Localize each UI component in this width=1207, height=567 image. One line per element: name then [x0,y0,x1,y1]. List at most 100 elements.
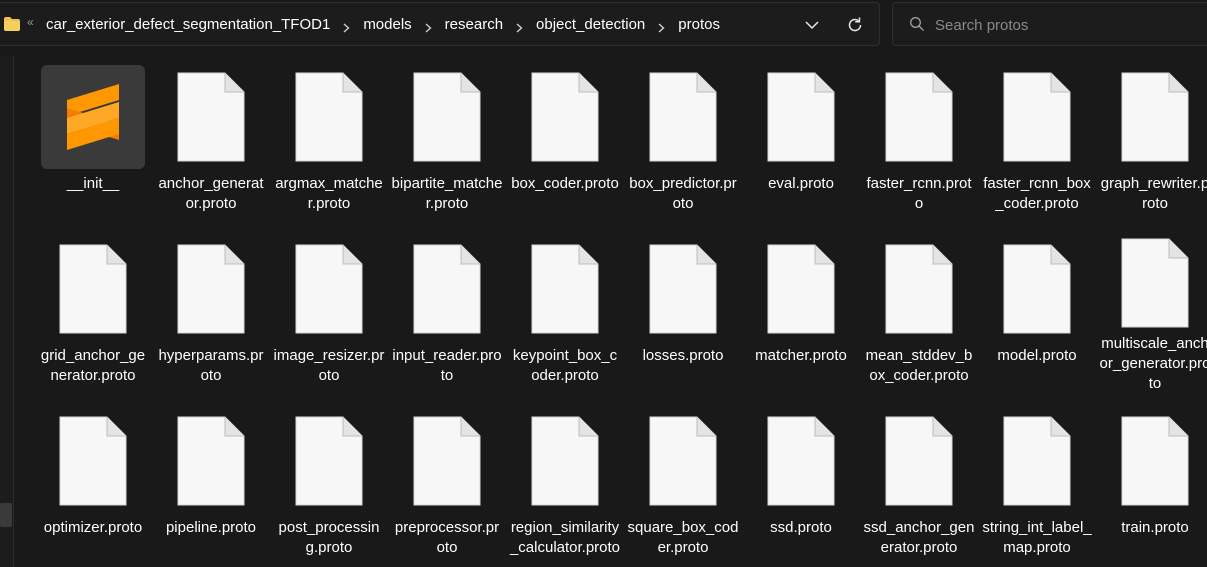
file-item[interactable]: square_box_coder.proto [624,408,742,566]
file-name-label: preprocessor.proto [394,519,500,556]
file-item[interactable]: box_predictor.proto [624,64,742,222]
file-explorer-window: « car_exterior_defect_segmentation_TFOD1… [0,0,1207,567]
file-name-label: optimizer.proto [43,519,143,536]
file-item[interactable]: keypoint_box_coder.proto [506,236,624,394]
file-name-label: argmax_matcher.proto [275,175,383,212]
file-item[interactable]: faster_rcnn_box_coder.proto [978,64,1096,222]
search-input[interactable] [935,13,1195,37]
sublime-text-icon [41,65,145,169]
blank-file-icon [41,236,145,342]
blank-file-icon [159,64,263,170]
blank-file-icon [867,236,971,342]
breadcrumb: car_exterior_defect_segmentation_TFOD1 m… [46,16,720,33]
file-item[interactable]: pipeline.proto [152,408,270,566]
blank-file-icon [631,236,735,342]
blank-file-icon [749,64,853,170]
file-item[interactable]: string_int_label_map.proto [978,408,1096,566]
file-item[interactable]: mean_stddev_box_coder.proto [860,236,978,394]
blank-file-icon [1103,408,1207,514]
file-name-label: mean_stddev_box_coder.proto [865,347,973,384]
file-name-label: model.proto [997,347,1077,364]
blank-file-icon [985,408,1089,514]
file-item[interactable]: argmax_matcher.proto [270,64,388,222]
nav-scrollbar-thumb[interactable] [0,503,12,527]
file-name-label: faster_rcnn_box_coder.proto [983,175,1091,212]
file-item[interactable]: eval.proto [742,64,860,222]
file-name-label: train.proto [1121,519,1189,536]
file-name-label: grid_anchor_generator.proto [40,347,146,384]
blank-file-icon [985,64,1089,170]
file-name-label: ssd_anchor_generator.proto [863,519,975,556]
file-item[interactable]: anchor_generator.proto [152,64,270,222]
file-thumbnail [41,64,145,170]
blank-file-icon [1103,64,1207,170]
breadcrumb-item[interactable]: research [445,16,503,33]
file-item[interactable]: multiscale_anchor_generator.proto [1096,236,1207,394]
file-name-label: multiscale_anchor_generator.proto [1099,335,1207,392]
file-name-label: post_processing.proto [278,519,380,556]
file-name-label: keypoint_box_coder.proto [512,347,618,384]
file-item[interactable]: bipartite_matcher.proto [388,64,506,222]
file-name-label: box_coder.proto [511,175,619,192]
file-name-label: pipeline.proto [165,519,257,536]
blank-file-icon [277,408,381,514]
file-item[interactable]: post_processing.proto [270,408,388,566]
file-name-label: graph_rewriter.proto [1100,175,1207,212]
blank-file-icon [513,236,617,342]
file-name-label: input_reader.proto [392,347,502,384]
file-name-label: bipartite_matcher.proto [391,175,503,212]
search-box[interactable] [892,2,1207,46]
file-name-label: eval.proto [768,175,834,192]
refresh-icon[interactable] [845,15,865,35]
blank-file-icon [395,408,499,514]
address-bar[interactable]: « car_exterior_defect_segmentation_TFOD1… [0,2,880,46]
blank-file-icon [749,408,853,514]
file-item[interactable]: preprocessor.proto [388,408,506,566]
file-name-label: losses.proto [642,347,724,364]
file-item[interactable]: optimizer.proto [34,408,152,566]
file-item[interactable]: box_coder.proto [506,64,624,222]
file-item[interactable]: graph_rewriter.proto [1096,64,1207,222]
file-name-label: __init__ [66,175,120,192]
file-item[interactable]: __init__ [34,64,152,222]
file-item[interactable]: train.proto [1096,408,1207,566]
file-name-label: hyperparams.proto [158,347,264,384]
chevron-down-icon[interactable] [803,17,821,33]
file-item[interactable]: region_similarity_calculator.proto [506,408,624,566]
file-item[interactable]: image_resizer.proto [270,236,388,394]
file-item[interactable]: ssd.proto [742,408,860,566]
file-item[interactable]: hyperparams.proto [152,236,270,394]
breadcrumb-item[interactable]: car_exterior_defect_segmentation_TFOD1 [46,16,330,33]
blank-file-icon [395,236,499,342]
file-name-label: faster_rcnn.proto [866,175,972,212]
breadcrumb-item[interactable]: models [363,16,411,33]
blank-file-icon [41,408,145,514]
blank-file-icon [985,236,1089,342]
blank-file-icon [867,64,971,170]
chevron-right-icon[interactable] [658,20,665,33]
blank-file-icon [277,236,381,342]
navigation-pane[interactable] [0,56,14,567]
blank-file-icon [159,408,263,514]
blank-file-icon [277,64,381,170]
blank-file-icon [867,408,971,514]
blank-file-icon [749,236,853,342]
breadcrumb-item[interactable]: protos [678,16,720,33]
file-item[interactable]: grid_anchor_generator.proto [34,236,152,394]
file-name-label: region_similarity_calculator.proto [509,519,621,556]
chevron-right-icon[interactable] [425,20,432,33]
file-item[interactable]: input_reader.proto [388,236,506,394]
blank-file-icon [631,408,735,514]
breadcrumb-item[interactable]: object_detection [536,16,645,33]
chevron-right-icon[interactable] [343,20,350,33]
chevron-right-icon[interactable] [516,20,523,33]
blank-file-icon [631,64,735,170]
file-name-label: matcher.proto [755,347,847,364]
file-item[interactable]: ssd_anchor_generator.proto [860,408,978,566]
file-item[interactable]: model.proto [978,236,1096,394]
file-name-label: anchor_generator.proto [158,175,264,212]
file-item[interactable]: losses.proto [624,236,742,394]
file-item[interactable]: faster_rcnn.proto [860,64,978,222]
breadcrumb-overflow-button[interactable]: « [27,15,34,29]
file-item[interactable]: matcher.proto [742,236,860,394]
